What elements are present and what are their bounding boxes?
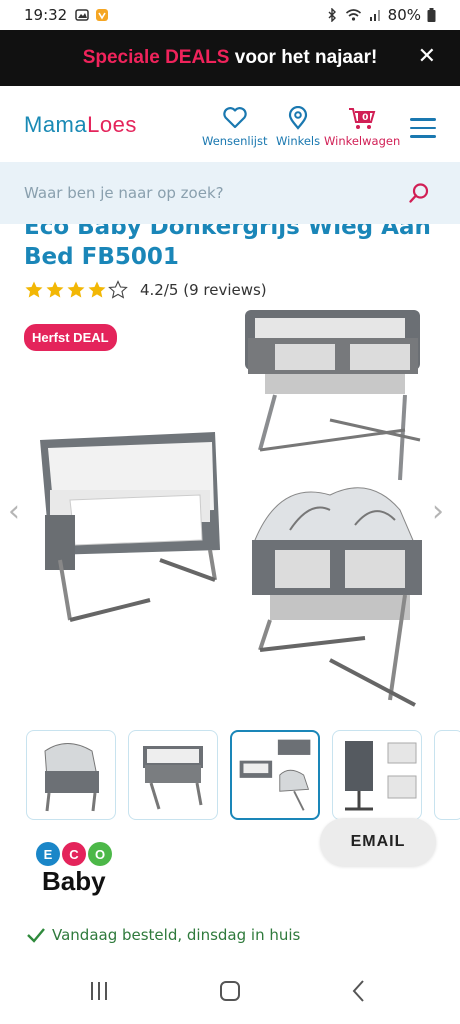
notification-icons xyxy=(75,8,109,22)
product-title: Eco Baby Donkergrijs Wieg Aan Bed FB5001 xyxy=(24,224,431,270)
status-time: 19:32 xyxy=(24,6,68,24)
battery-icon xyxy=(427,8,436,22)
signal-icon xyxy=(369,10,380,21)
promo-rest: voor het najaar! xyxy=(229,47,378,68)
app-notification-icon xyxy=(96,9,109,21)
brand-letter-c: C xyxy=(62,842,86,866)
delivery-info: Vandaag besteld, dinsdag in huis xyxy=(26,926,300,944)
thumbnail-image xyxy=(239,739,311,811)
brand-letter-e: E xyxy=(36,842,60,866)
stores-label: Winkels xyxy=(276,134,321,148)
recent-apps-icon[interactable] xyxy=(91,982,107,1000)
star-full-icon xyxy=(88,281,106,298)
rating-stars xyxy=(24,280,128,300)
wishlist-label: Wensenlijst xyxy=(202,134,268,148)
brand-letters: E C O xyxy=(36,842,112,866)
star-full-icon xyxy=(67,281,85,298)
cart-count: 0 xyxy=(362,113,369,123)
android-nav-bar xyxy=(0,968,460,1024)
promo-text: Speciale DEALS voor het najaar! xyxy=(83,47,378,69)
thumbnail[interactable] xyxy=(434,730,460,820)
logo-loes: Loes xyxy=(87,112,137,137)
search-bar xyxy=(0,162,460,224)
brand-logo[interactable]: E C O Baby xyxy=(36,842,112,897)
close-icon[interactable]: ✕ xyxy=(418,44,436,70)
search-input[interactable] xyxy=(24,184,384,202)
thumbnail-image xyxy=(44,743,99,812)
product-rating[interactable]: 4.2/5 (9 reviews) xyxy=(24,280,267,300)
thumbnail-strip xyxy=(26,730,460,820)
email-button[interactable]: EMAIL xyxy=(320,818,436,866)
deal-badge: Herfst DEAL xyxy=(24,324,117,351)
thumbnail-image xyxy=(345,741,417,811)
crib-illustration-bottom xyxy=(252,487,422,707)
cart-icon-wrap: 0 xyxy=(347,106,377,130)
wifi-icon xyxy=(345,9,361,21)
star-full-icon xyxy=(46,281,64,298)
wishlist-link[interactable]: Wensenlijst xyxy=(202,106,268,148)
cart-label: Winkelwagen xyxy=(324,134,401,148)
heart-icon xyxy=(223,107,247,129)
map-pin-icon xyxy=(288,106,308,130)
gallery-icon xyxy=(75,9,89,21)
thumbnail-image xyxy=(143,746,203,810)
thumbnail[interactable] xyxy=(26,730,116,820)
site-logo[interactable]: MamaLoes xyxy=(24,112,137,138)
site-header: MamaLoes Wensenlijst Winkels 0 Winkelwag… xyxy=(0,86,460,162)
star-full-icon xyxy=(25,281,43,298)
gallery-prev-icon[interactable]: ‹ xyxy=(8,494,20,529)
status-bar: 19:32 80% xyxy=(0,0,460,30)
back-icon[interactable] xyxy=(350,978,366,1004)
delivery-text: Vandaag besteld, dinsdag in huis xyxy=(52,926,301,944)
cart-link[interactable]: 0 Winkelwagen xyxy=(324,106,400,148)
product-title-wrap: Eco Baby Donkergrijs Wieg Aan Bed FB5001 xyxy=(0,224,460,276)
product-main-image[interactable] xyxy=(30,300,430,720)
checkmark-icon xyxy=(27,928,45,943)
star-empty-icon xyxy=(108,280,128,299)
brand-name: Baby xyxy=(42,866,106,896)
thumbnail-active[interactable] xyxy=(230,730,320,820)
home-icon[interactable] xyxy=(220,981,240,1001)
rating-text: 4.2/5 (9 reviews) xyxy=(140,281,267,299)
bluetooth-icon xyxy=(328,8,336,22)
stores-link[interactable]: Winkels xyxy=(276,106,320,148)
promo-banner[interactable]: Speciale DEALS voor het najaar! ✕ xyxy=(0,30,460,86)
thumbnail[interactable] xyxy=(128,730,218,820)
promo-highlight: Speciale DEALS xyxy=(82,47,230,68)
gallery-next-icon[interactable]: › xyxy=(432,494,444,529)
brand-letter-o: O xyxy=(88,842,112,866)
crib-illustration-top xyxy=(245,310,421,481)
thumbnail[interactable] xyxy=(332,730,422,820)
search-icon[interactable] xyxy=(408,182,430,204)
crib-illustration-left xyxy=(40,432,220,622)
logo-mama: Mama xyxy=(24,112,88,137)
battery-percent: 80% xyxy=(387,6,421,24)
menu-icon[interactable] xyxy=(410,118,436,144)
